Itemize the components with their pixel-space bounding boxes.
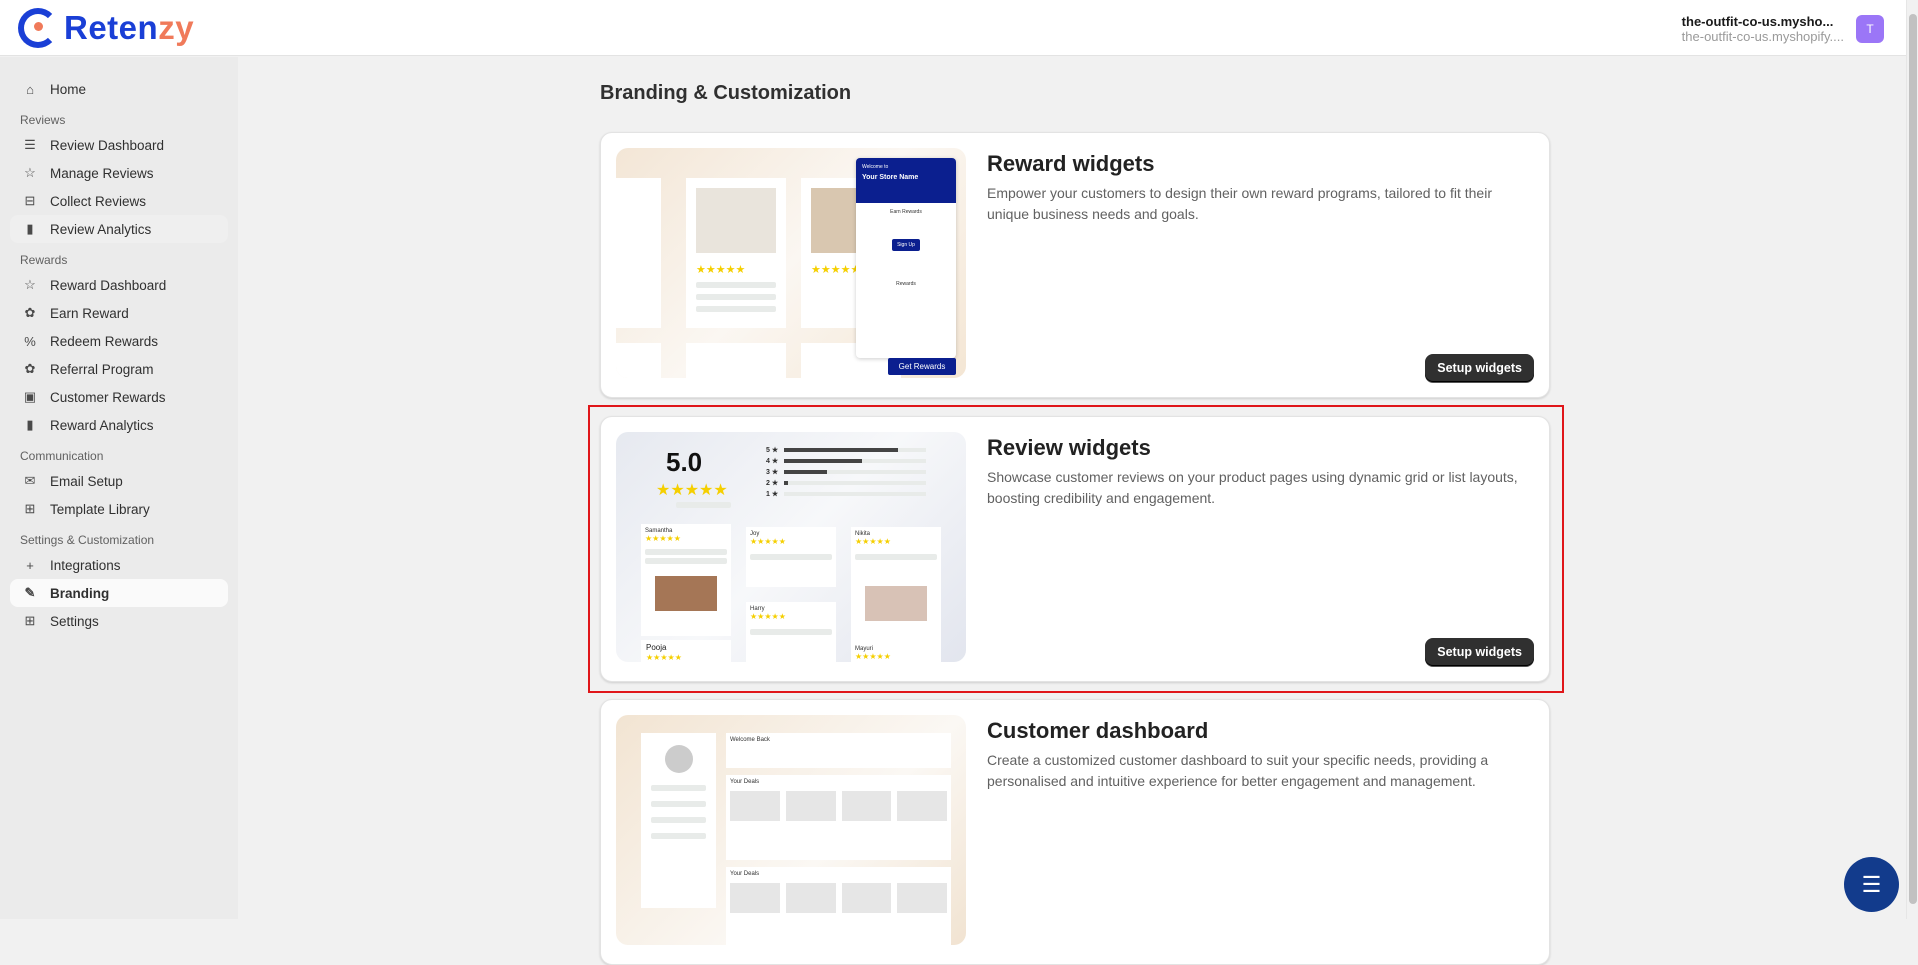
mail-icon: ✉ [24,473,36,488]
logo-accent-text: zy [158,8,195,46]
customer-dashboard-preview: Welcome Back Your Deals Your Deals [616,715,966,945]
sidebar-item-earn-reward[interactable]: ✿ Earn Reward [10,299,228,327]
sidebar-item-home[interactable]: ⌂ Home [10,75,228,103]
main-content: Branding & Customization ★★★★★ ★★★★★ Wel… [600,82,1550,965]
preview-rating: 5.0 [666,447,703,477]
chat-icon: ☰ [1861,871,1882,897]
scrollbar-thumb[interactable] [1909,14,1917,904]
paintbrush-icon: ✎ [24,585,36,600]
card-title: Reward widgets [987,151,1155,176]
rating-bar-fill [784,469,827,474]
chat-button[interactable]: ☰ [1844,857,1899,912]
settings-apps-icon: ⊞ [24,613,36,628]
sidebar-item-review-dashboard[interactable]: ☰ Review Dashboard [10,131,228,159]
card-title: Review widgets [987,435,1151,460]
preview-signup: Sign Up [892,239,920,251]
sidebar-item-reward-analytics[interactable]: ▮ Reward Analytics [10,411,228,439]
card-description: Showcase customer reviews on your produc… [987,469,1518,506]
store-name: the-outfit-co-us.mysho... [1681,14,1834,29]
star-icon: ☆ [24,277,36,292]
reward-widgets-card: ★★★★★ ★★★★★ Welcome to Your Store Name E… [600,132,1550,398]
sidebar-item-manage-reviews[interactable]: ☆ Manage Reviews [10,159,228,187]
sidebar-item-reward-dashboard[interactable]: ☆ Reward Dashboard [10,271,228,299]
bar-chart-icon: ▮ [26,417,34,432]
preview-reviewer: Pooja [646,643,667,652]
gift-card-icon: ▣ [23,389,37,404]
badge-icon: ✿ [24,305,36,320]
stack-icon: ☰ [24,137,36,152]
rating-bar-fill [784,458,863,463]
preview-earn: Earn Rewards [890,209,922,215]
store-switcher[interactable]: the-outfit-co-us.mysho... the-outfit-co-… [1682,14,1884,44]
scrollbar[interactable] [1906,0,1918,919]
preview-store-name: Your Store Name [862,174,919,181]
card-description: Create a customized customer dashboard t… [987,752,1489,789]
section-settings: Settings & Customization [20,533,155,547]
sidebar-item-template-library[interactable]: ⊞ Template Library [10,495,228,523]
rating-bar-fill [784,447,898,452]
preview-get-rewards: Get Rewards [888,358,956,375]
star-icon: ☆ [24,165,36,180]
card-title: Customer dashboard [987,718,1209,743]
rating-distribution-row: 2 ★ [766,477,926,488]
sidebar-item-referral-program[interactable]: ✿ Referral Program [10,355,228,383]
rating-distribution-row: 1 ★ [766,488,926,499]
sidebar-item-customer-rewards[interactable]: ▣ Customer Rewards [10,383,228,411]
setup-review-widgets-button[interactable]: Setup widgets [1425,638,1534,666]
reward-widget-preview: ★★★★★ ★★★★★ Welcome to Your Store Name E… [616,148,966,378]
rating-distribution-row: 5 ★ [766,444,926,455]
discount-icon: % [24,333,36,349]
logo-text: Reten [64,8,159,46]
sidebar-item-review-analytics[interactable]: ▮ Review Analytics [10,215,228,243]
section-reviews: Reviews [20,113,66,127]
customer-dashboard-card: Welcome Back Your Deals Your Deals Custo… [600,699,1550,965]
badge-icon: ✿ [24,361,36,376]
sidebar-item-integrations[interactable]: + Integrations [10,551,228,579]
section-communication: Communication [20,449,104,463]
avatar[interactable]: T [1856,15,1884,43]
rating-distribution-row: 3 ★ [766,466,926,477]
sidebar-item-collect-reviews[interactable]: ⊟ Collect Reviews [10,187,228,215]
home-icon: ⌂ [26,81,34,97]
preview-deals: Your Deals [730,779,760,785]
sidebar-item-settings[interactable]: ⊞ Settings [10,607,228,635]
card-description: Empower your customers to design their o… [987,185,1492,222]
bar-chart-icon: ▮ [26,221,34,236]
review-widget-preview: 5.0 ★★★★★ 5 ★ 4 ★ 3 ★ 2 ★ 1 ★ Samantha ★★★★★ … [616,432,966,662]
preview-welcome: Welcome to [862,164,889,170]
rating-bar-fill [784,480,789,485]
page-title: Branding & Customization [600,82,852,104]
retenzy-logo[interactable]: Retenzy [18,7,195,48]
preview-deals: Your Deals [730,871,760,877]
section-rewards: Rewards [20,253,68,267]
rating-distribution-row: 4 ★ [766,455,926,466]
top-bar: Retenzy the-outfit-co-us.mysho... the-ou… [0,0,1906,56]
sidebar-item-branding[interactable]: ✎ Branding [10,579,228,607]
sidebar-item-email-setup[interactable]: ✉ Email Setup [10,467,228,495]
inbox-icon: ⊟ [24,193,36,208]
preview-rewards: Rewards [896,281,916,287]
sidebar-item-redeem-rewards[interactable]: % Redeem Rewards [10,327,228,355]
apps-icon: ⊞ [24,501,36,516]
store-domain: the-outfit-co-us.myshopify.... [1681,29,1844,44]
preview-welcome-back: Welcome Back [726,733,951,768]
plus-icon: + [26,557,34,573]
setup-reward-widgets-button[interactable]: Setup widgets [1425,354,1534,382]
sidebar: ⌂ Home Reviews ☰ Review Dashboard ☆ Manage … [0,57,238,919]
review-widgets-card: 5.0 ★★★★★ 5 ★ 4 ★ 3 ★ 2 ★ 1 ★ Samantha ★★★★★ … [600,416,1550,682]
logo-icon [18,7,58,48]
